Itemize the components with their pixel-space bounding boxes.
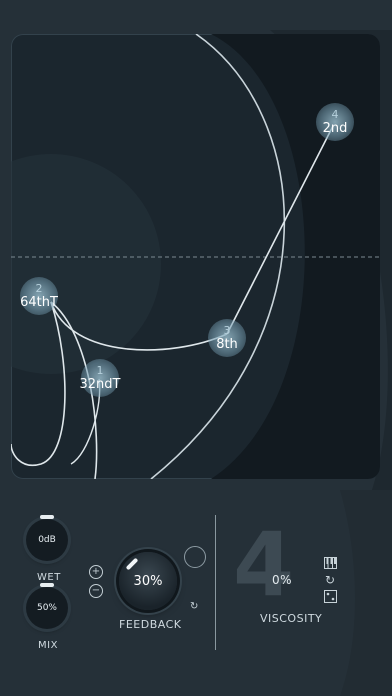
viscosity-label: VISCOSITY <box>260 612 323 625</box>
node-value: 2nd <box>322 120 348 136</box>
pad-node-1[interactable]: 1 32ndT <box>79 359 121 397</box>
pad-soft-circle <box>11 154 161 374</box>
cycle-icon[interactable]: ↻ <box>325 573 335 587</box>
node-number: 2 <box>35 281 43 295</box>
pad-node-3[interactable]: 3 8th <box>208 319 246 357</box>
pad-node-2[interactable]: 2 64thT <box>20 277 58 315</box>
increase-button[interactable]: + <box>89 565 103 579</box>
node-value: 8th <box>216 336 238 352</box>
node-value: 64thT <box>20 294 58 310</box>
gain-value: 0dB <box>38 535 56 545</box>
node-number: 1 <box>96 363 104 377</box>
feedback-label: FEEDBACK <box>119 618 182 631</box>
dice-icon[interactable] <box>324 590 337 606</box>
knob-marker <box>125 557 139 571</box>
node-number: 3 <box>223 323 231 337</box>
pad-node-4[interactable]: 4 2nd <box>316 103 354 141</box>
divider <box>215 515 216 650</box>
mix-knob[interactable]: 50% <box>26 583 68 629</box>
pad-drawing <box>11 34 380 479</box>
knob-marker <box>40 515 54 519</box>
feedback-value: 30% <box>133 573 163 589</box>
mix-label: MIX <box>38 640 58 651</box>
mix-value: 50% <box>36 603 57 613</box>
feedback-knob[interactable]: 30% <box>119 552 177 610</box>
node-number: 4 <box>331 107 339 121</box>
node-value: 32ndT <box>79 376 121 392</box>
gain-knob[interactable]: 0dB <box>26 515 68 561</box>
knob-marker <box>40 583 54 587</box>
wet-label: WET <box>37 572 61 583</box>
decrease-button[interactable]: − <box>89 584 103 598</box>
viscosity-value[interactable]: 0% <box>272 573 292 587</box>
toggle-circle-button[interactable] <box>184 546 206 568</box>
reset-icon[interactable]: ↻ <box>190 601 198 612</box>
piano-icon[interactable] <box>324 557 337 572</box>
xy-pad[interactable]: 4 2nd 2 64thT 3 8th 1 32ndT <box>11 34 380 479</box>
viscosity-big-number: 4 <box>233 513 295 616</box>
